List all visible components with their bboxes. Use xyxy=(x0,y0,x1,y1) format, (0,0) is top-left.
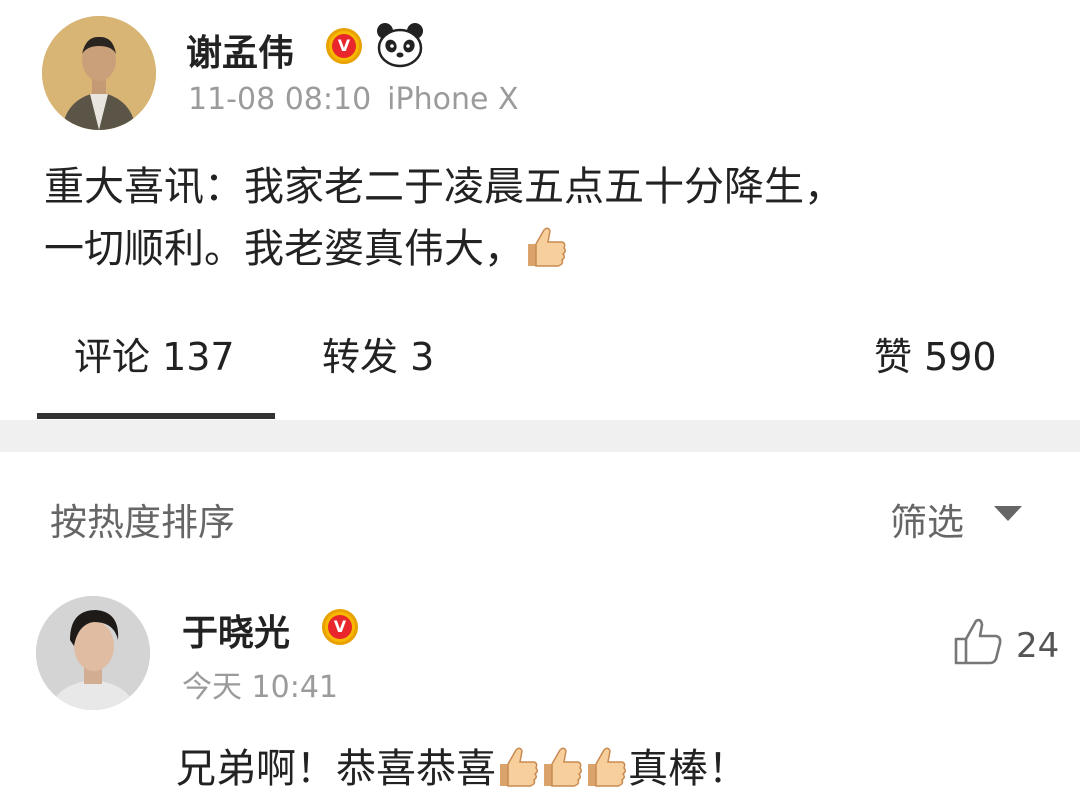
verified-badge-icon: V xyxy=(326,28,362,64)
post-device: iPhone X xyxy=(387,82,519,117)
verified-badge-icon: V xyxy=(322,609,358,645)
post-author-name[interactable]: 谢孟伟 xyxy=(186,24,294,76)
post-content: 重大喜讯：我家老二于凌晨五点五十分降生， 一切顺利。我老婆真伟大， xyxy=(44,156,1044,286)
sort-by-popularity[interactable]: 按热度排序 xyxy=(50,492,235,546)
thumbs-up-icon xyxy=(540,746,584,798)
thumbs-up-icon xyxy=(584,746,628,798)
comment-author-avatar[interactable] xyxy=(36,596,150,710)
comment-text: 兄弟啊！恭喜恭喜 真棒！ xyxy=(176,736,748,798)
post-text-line-2-text: 一切顺利。我老婆真伟大， xyxy=(44,226,524,272)
comment-text-part-1: 兄弟啊！恭喜恭喜 xyxy=(176,746,496,792)
comment-time: 今天 10:41 xyxy=(182,670,338,705)
comment-author-name[interactable]: 于晓光 xyxy=(182,604,290,656)
tab-likes[interactable]: 赞 590 xyxy=(874,326,997,381)
thumbs-up-icon xyxy=(524,224,568,286)
like-icon[interactable] xyxy=(952,617,1004,671)
post-meta: 11-08 08:10 iPhone X xyxy=(188,82,519,117)
tab-comments[interactable]: 评论 137 xyxy=(74,326,235,381)
post-author-avatar[interactable] xyxy=(42,16,156,130)
section-divider xyxy=(0,420,1080,452)
post-time: 11-08 08:10 xyxy=(188,82,372,117)
chevron-down-icon[interactable] xyxy=(994,506,1022,521)
post-text-line-2: 一切顺利。我老婆真伟大， xyxy=(44,218,1044,286)
active-tab-indicator xyxy=(37,413,275,419)
tab-reposts[interactable]: 转发 3 xyxy=(322,326,434,381)
panda-icon xyxy=(376,22,424,72)
thumbs-up-icon xyxy=(496,746,540,798)
post-text-line-1: 重大喜讯：我家老二于凌晨五点五十分降生， xyxy=(44,164,844,210)
filter-button[interactable]: 筛选 xyxy=(890,492,964,546)
comment-text-part-2: 真棒！ xyxy=(628,746,748,792)
comment-like-count: 24 xyxy=(1016,626,1060,666)
